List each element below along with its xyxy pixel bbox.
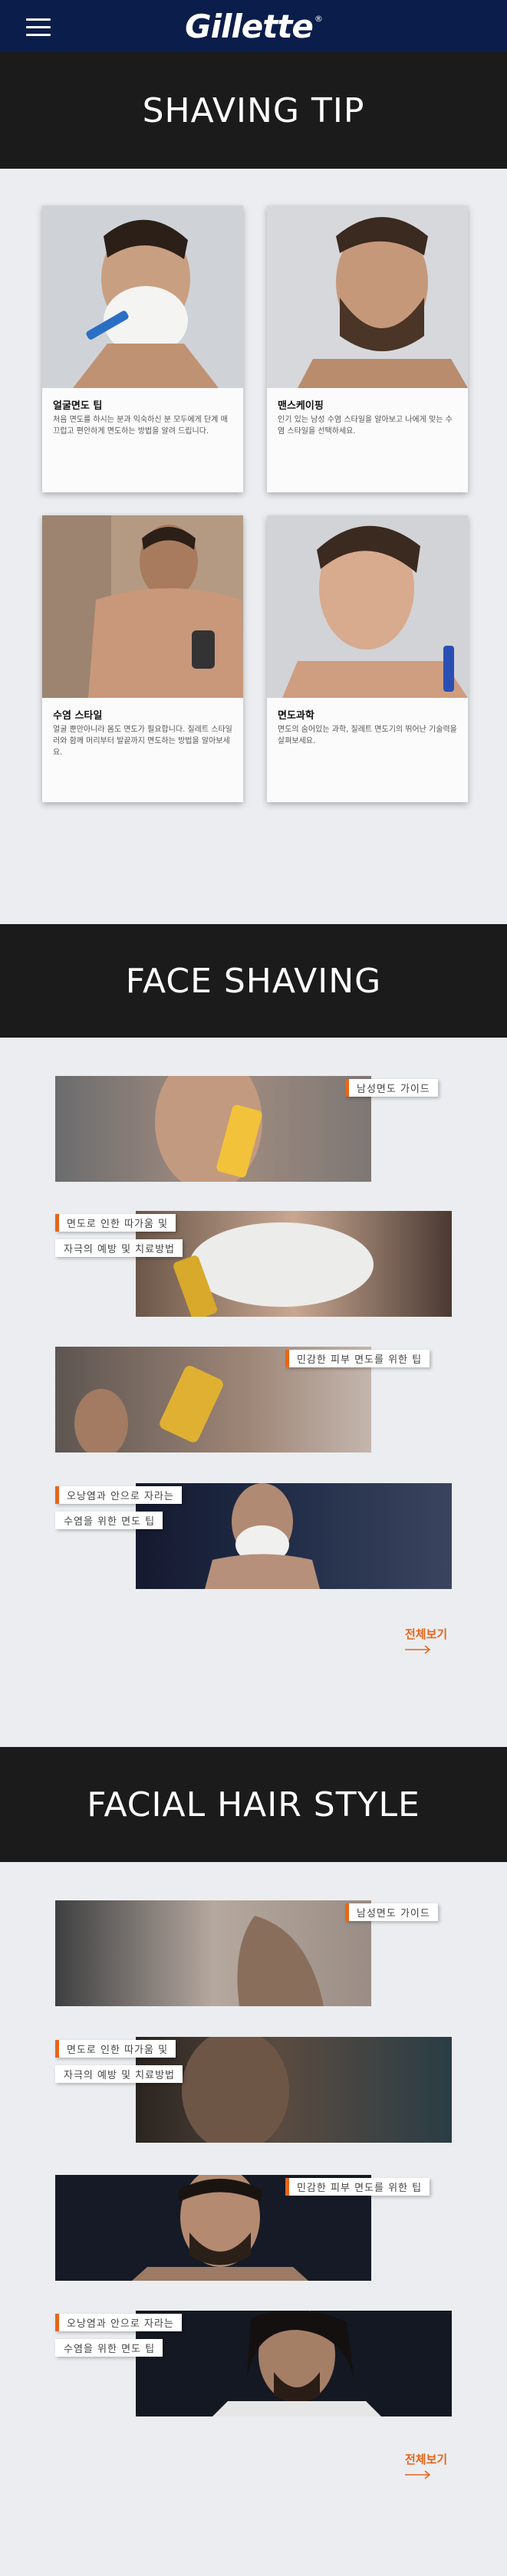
article-razor-burn-prevention[interactable] [136,2037,452,2143]
tip-card-manscaping[interactable]: 맨스케이핑 인기 있는 남성 수염 스타일을 알아보고 나에게 맞는 수염 스타… [267,206,468,492]
article-label-line2[interactable]: 자극의 예방 및 치료방법 [55,2065,183,2083]
article-folliculitis-tips[interactable] [136,1483,452,1589]
view-all-link[interactable]: 전체보기 [405,2451,447,2479]
section-title-shaving-tip: SHAVING TIP [0,52,507,169]
article-label[interactable]: 민감한 피부 면도를 위한 팁 [285,2178,430,2196]
arrow-right-icon [405,1645,431,1654]
tip-card-beard-style[interactable]: 수염 스타일 얼굴 뿐만아니라 몸도 면도가 필요합니다. 질레트 스타일러와 … [42,515,243,802]
article-label-line2[interactable]: 수염을 위한 면도 팁 [55,2339,163,2357]
article-label[interactable]: 면도로 인한 따가움 및 [55,1214,176,1232]
card-photo [42,515,243,698]
article-men-shaving-guide[interactable] [55,1076,371,1182]
article-label[interactable]: 오낭염과 안으로 자라는 [55,2314,182,2331]
article-label-line2[interactable]: 수염을 위한 면도 팁 [55,1512,163,1529]
article-label[interactable]: 민감한 피부 면도를 위한 팁 [285,1350,430,1367]
article-men-shaving-guide[interactable] [55,1900,371,2006]
top-navigation-bar: Gillette ® [0,0,507,52]
section-title-face-shaving: FACE SHAVING [0,924,507,1038]
article-label-line2[interactable]: 자극의 예방 및 치료방법 [55,1239,183,1257]
card-description: 얼굴 뿐만아니라 몸도 면도가 필요합니다. 질레트 스타일러와 함께 머리부터… [53,725,232,757]
article-razor-burn-prevention[interactable] [136,1211,452,1317]
card-photo [267,515,468,698]
card-description: 처음 면도를 하시는 분과 익숙하신 분 모두에게 단계 매끄럽고 편안하게 면… [53,416,228,436]
card-photo [267,206,468,388]
article-label[interactable]: 남성면도 가이드 [345,1903,438,1921]
card-title: 얼굴면도 팁 [53,400,103,412]
article-label[interactable]: 면도로 인한 따가움 및 [55,2040,176,2058]
card-title: 맨스케이핑 [278,400,324,412]
card-description: 면도의 숨어있는 과학, 질레트 면도기의 뛰어난 기술력을 살펴보세요. [278,725,457,745]
card-photo [42,206,243,388]
view-all-link[interactable]: 전체보기 [405,1626,447,1654]
tip-card-face-shaving[interactable]: 얼굴면도 팁 처음 면도를 하시는 분과 익숙하신 분 모두에게 단계 매끄럽고… [42,206,243,492]
gillette-logo[interactable]: Gillette ® [0,8,507,45]
article-folliculitis-tips[interactable] [136,2311,452,2416]
card-title: 면도과학 [278,710,314,722]
arrow-right-icon [405,2470,431,2479]
section-title-facial-hair-style: FACIAL HAIR STYLE [0,1747,507,1862]
article-label[interactable]: 오낭염과 안으로 자라는 [55,1486,182,1504]
card-description: 인기 있는 남성 수염 스타일을 알아보고 나에게 맞는 수염 스타일을 선택하… [278,416,453,436]
tip-card-shaving-science[interactable]: 면도과학 면도의 숨어있는 과학, 질레트 면도기의 뛰어난 기술력을 살펴보세… [267,515,468,802]
article-label[interactable]: 남성면도 가이드 [345,1079,438,1097]
card-title: 수염 스타일 [53,710,103,722]
